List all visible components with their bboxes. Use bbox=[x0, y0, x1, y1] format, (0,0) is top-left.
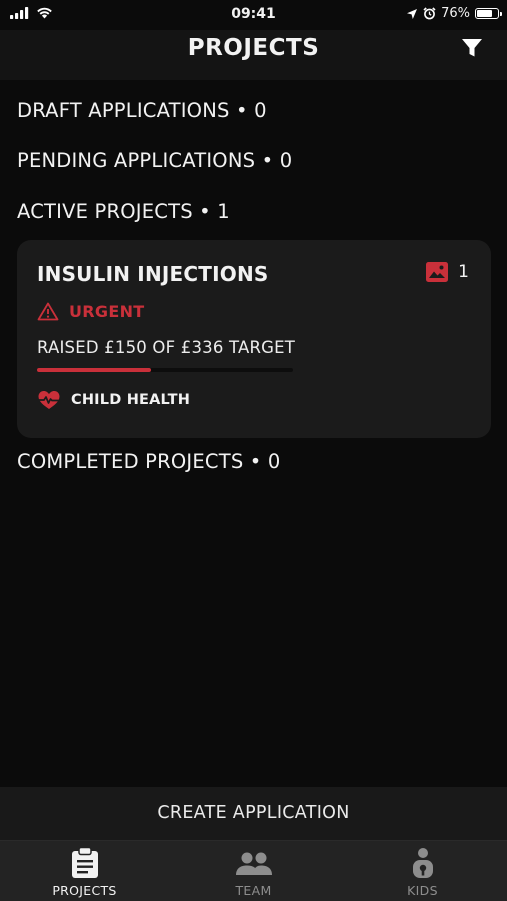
warning-icon bbox=[37, 302, 59, 321]
battery-percent: 76% bbox=[441, 6, 470, 21]
funding-progress-bar bbox=[37, 368, 293, 372]
category-label: CHILD HEALTH bbox=[71, 392, 191, 408]
heart-pulse-icon bbox=[38, 391, 60, 409]
photo-count: 1 bbox=[426, 262, 469, 282]
urgency-badge: URGENT bbox=[37, 302, 144, 321]
filter-icon bbox=[462, 39, 482, 57]
tab-team[interactable]: TEAM bbox=[169, 841, 338, 901]
nav-bar: PROJECTS bbox=[0, 30, 507, 80]
section-draft-applications[interactable]: DRAFT APPLICATIONS • 0 bbox=[17, 99, 267, 122]
battery-icon bbox=[475, 8, 502, 19]
section-active-projects[interactable]: ACTIVE PROJECTS • 1 bbox=[17, 200, 230, 223]
section-pending-applications[interactable]: PENDING APPLICATIONS • 0 bbox=[17, 149, 292, 172]
child-icon bbox=[412, 848, 433, 878]
filter-button[interactable] bbox=[461, 38, 483, 58]
section-completed-projects[interactable]: COMPLETED PROJECTS • 0 bbox=[17, 450, 281, 473]
people-icon bbox=[235, 852, 272, 875]
create-application-button[interactable]: CREATE APPLICATION bbox=[0, 787, 507, 840]
status-right: 76% bbox=[406, 6, 502, 21]
funding-progress-fill bbox=[37, 368, 152, 372]
photo-count-value: 1 bbox=[458, 262, 469, 282]
create-application-bar: CREATE APPLICATION bbox=[0, 787, 507, 840]
tab-kids[interactable]: KIDS bbox=[338, 841, 507, 901]
tab-projects[interactable]: PROJECTS bbox=[0, 841, 169, 901]
location-arrow-icon bbox=[407, 8, 418, 19]
tab-kids-label: KIDS bbox=[407, 883, 438, 898]
tab-projects-label: PROJECTS bbox=[52, 883, 117, 898]
project-card[interactable]: INSULIN INJECTIONS 1 URGENT RAISED £150 … bbox=[17, 240, 491, 438]
clipboard-icon bbox=[71, 847, 98, 878]
alarm-icon bbox=[423, 7, 436, 20]
page-title: PROJECTS bbox=[187, 35, 320, 61]
urgency-label: URGENT bbox=[69, 302, 145, 321]
status-bar: 09:41 76% bbox=[0, 0, 507, 30]
tab-team-label: TEAM bbox=[235, 883, 272, 898]
tab-bar: PROJECTS TEAM KIDS bbox=[0, 840, 507, 901]
project-title: INSULIN INJECTIONS bbox=[37, 262, 269, 286]
raised-amount: RAISED £150 OF £336 TARGET bbox=[37, 338, 296, 357]
project-category: CHILD HEALTH bbox=[37, 390, 190, 410]
image-icon bbox=[426, 262, 449, 282]
